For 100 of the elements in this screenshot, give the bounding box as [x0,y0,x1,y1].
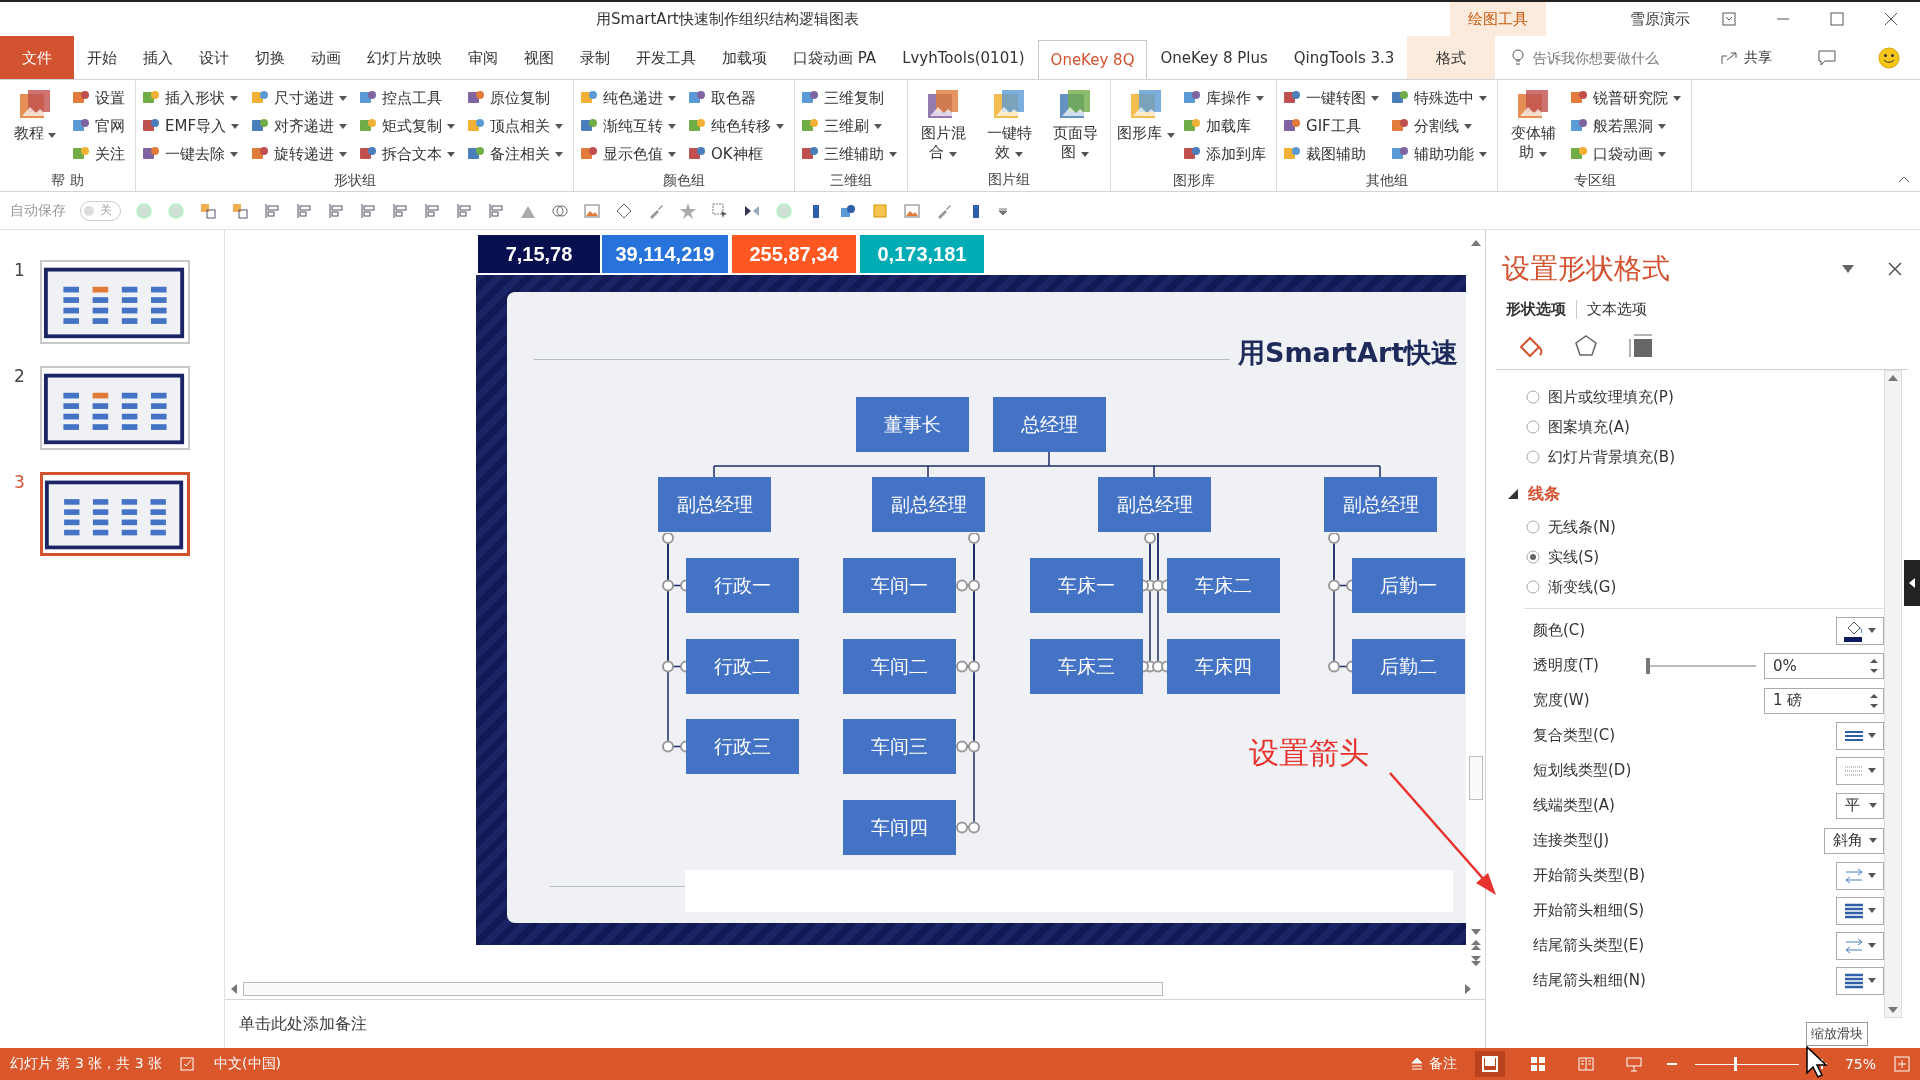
ribbon-button[interactable]: 分割线 [1391,112,1492,140]
ribbon-button[interactable]: 一键去除 [142,140,244,168]
scroll-down-icon[interactable] [1888,1007,1898,1013]
org-chart-node[interactable]: 车间二 [843,639,956,694]
ribbon-tab[interactable]: 格式 [1407,36,1496,79]
org-chart-node[interactable]: 副总经理 [872,477,985,532]
radio-option[interactable]: 图案填充(A) [1486,412,1884,442]
ribbon-large-button[interactable]: 页面导图 [1046,84,1105,167]
picture-icon[interactable] [583,201,601,220]
spin-field[interactable]: 0% [1764,652,1884,679]
normal-view-button[interactable] [1474,1051,1505,1077]
ribbon-button[interactable]: 备注相关 [467,140,568,168]
spin-field[interactable]: 1 磅 [1764,687,1884,714]
ribbon-button[interactable]: 显示色值 [580,140,681,168]
org-chart-node[interactable]: 后勤二 [1352,639,1465,694]
zoom-level[interactable]: 75% [1844,1056,1876,1072]
scroll-thumb[interactable] [243,982,1163,996]
org-chart-node[interactable]: 董事长 [856,397,969,452]
org-chart-node[interactable]: 行政三 [686,719,799,774]
scroll-right-icon[interactable] [1465,984,1471,994]
org-chart-node[interactable]: 车床三 [1030,639,1143,694]
radio-option[interactable]: 幻灯片背景填充(B) [1486,442,1884,472]
ribbon-button[interactable]: EMF导入 [142,112,244,140]
notes-button[interactable]: 备注 [1428,1055,1457,1073]
squares-icon[interactable] [231,201,249,220]
side-panel-tab[interactable] [1904,560,1920,606]
org-chart-node[interactable]: 车间三 [843,719,956,774]
ribbon-button[interactable]: 锐普研究院 [1570,84,1686,112]
squares-icon[interactable] [199,201,217,220]
color-picker-button[interactable] [1836,616,1884,645]
ribbon-button[interactable]: 官网 [72,112,129,140]
radio-option[interactable]: 渐变线(G) [1486,572,1884,602]
ribbon-button[interactable]: 原位复制 [467,84,568,112]
ribbon-button[interactable]: GIF工具 [1283,112,1384,140]
org-chart-node[interactable]: 副总经理 [1098,477,1211,532]
tell-me-field[interactable]: 告诉我你想要做什么 [1531,48,1706,67]
smiley-icon[interactable] [1878,46,1900,69]
dropdown-select[interactable]: 斜角 [1824,827,1884,854]
ribbon-large-button[interactable]: 图片混合 [914,84,973,167]
user-name[interactable]: 雪原演示 [1630,2,1690,36]
org-chart-node[interactable]: 车床四 [1167,639,1280,694]
dropdown-select[interactable] [1836,966,1884,995]
ribbon-button[interactable]: 控点工具 [359,84,460,112]
ribbon-button[interactable]: 三维辅助 [801,140,902,168]
ribbon-button[interactable]: 设置 [72,84,129,112]
comment-icon[interactable] [1818,49,1836,66]
dropdown-select[interactable]: 平 [1836,792,1884,819]
org-chart-node[interactable]: 车床一 [1030,558,1143,613]
scroll-up-icon[interactable] [1888,375,1898,381]
ribbon-button[interactable]: 旋转递进 [251,140,352,168]
slider-thumb[interactable] [1646,657,1650,674]
ribbon-button[interactable]: 对齐递进 [251,112,352,140]
language-label[interactable]: 中文(中国) [214,1055,281,1073]
square-icon[interactable] [871,201,889,220]
radio-option[interactable]: 图片或纹理填充(P) [1486,382,1884,412]
scroll-up-icon[interactable] [1471,240,1481,246]
org-chart-node[interactable]: 副总经理 [658,477,771,532]
ribbon-button[interactable]: 一键转图 [1283,84,1384,112]
align-icon[interactable] [455,201,473,220]
ribbon-button[interactable]: 顶点相关 [467,112,568,140]
ribbon-button[interactable]: 特殊选中 [1391,84,1492,112]
ribbon-button[interactable]: 库操作 [1183,84,1271,112]
spell-check-icon[interactable] [180,1057,197,1071]
next-slide-icon[interactable] [1471,955,1481,967]
ribbon-button[interactable]: 矩式复制 [359,112,460,140]
align-icon[interactable] [327,201,345,220]
ribbon-large-button[interactable]: 变体辅助 [1504,84,1563,168]
radio-option[interactable]: 实线(S) [1486,542,1884,572]
org-chart-node[interactable]: 后勤一 [1352,558,1465,613]
ribbon-button[interactable]: 添加到库 [1183,140,1271,168]
ribbon-tab[interactable]: OneKey 8Q [1037,40,1148,79]
expanded-triangle-icon[interactable] [1508,489,1518,499]
share-button[interactable]: 共享 [1744,48,1772,67]
ribbon-button[interactable]: 尺寸递进 [251,84,352,112]
zoom-thumb[interactable] [1734,1057,1738,1071]
ribbon-button[interactable]: 三维复制 [801,84,902,112]
ribbon-button[interactable]: 辅助功能 [1391,140,1492,168]
customize-caret-icon[interactable] [999,206,1007,215]
diamond-icon[interactable] [615,201,633,220]
align-icon[interactable] [263,201,281,220]
ribbon-button[interactable]: 取色器 [688,84,789,112]
notes-placeholder[interactable]: 单击此处添加备注 [239,1013,367,1035]
ribbon-button[interactable]: 加载库 [1183,112,1271,140]
collapse-ribbon-icon[interactable] [1898,175,1910,183]
panel-tab[interactable]: 形状选项 [1506,300,1577,319]
ribbon-button[interactable]: 拆合文本 [359,140,460,168]
ribbon-button[interactable]: 渐纯互转 [580,112,681,140]
align-icon[interactable] [295,201,313,220]
org-chart-node[interactable]: 行政一 [686,558,799,613]
align-icon[interactable] [423,201,441,220]
ribbon-button[interactable]: OK神框 [688,140,789,168]
ribbon-button[interactable]: 插入形状 [142,84,244,112]
ribbon-button[interactable]: 关注 [72,140,129,168]
org-chart-node[interactable]: 车间四 [843,800,956,855]
ribbon-large-button[interactable]: 教程 [6,84,64,168]
scroll-thumb[interactable] [1469,756,1483,800]
ribbon-large-button[interactable]: 一键特效 [980,84,1039,167]
ribbon-tab[interactable]: 文件 [0,36,74,79]
close-icon[interactable] [1884,12,1898,26]
scroll-left-icon[interactable] [231,984,237,994]
